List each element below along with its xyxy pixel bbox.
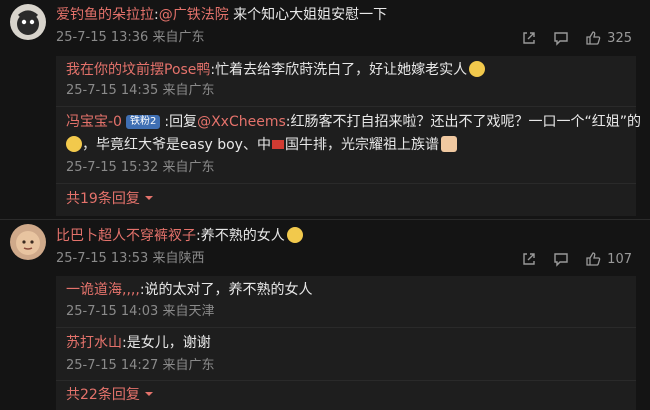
comment-icon [554, 253, 568, 267]
comment-meta: 25-7-15 13:36 来自广东 [56, 30, 205, 45]
reply-body: 是女儿，谢谢 [126, 335, 211, 351]
avatar[interactable] [10, 4, 46, 40]
divider [56, 183, 636, 184]
reply-text-line: 冯宝宝-0 铁粉2:回复@XxCheems:红肠客不打自招来啦？还出不了戏呢？一口… [66, 112, 641, 132]
comment-mention[interactable]: @广铁法院 [159, 7, 229, 23]
share-button[interactable] [521, 251, 537, 267]
comment-button[interactable] [553, 30, 569, 46]
comment-text-line: 爱钓鱼的朵拉拉:@广铁法院 来个知心大姐姐安慰一下 [56, 5, 387, 25]
more-replies-link[interactable]: 共19条回复 [66, 189, 154, 209]
grin-emoji-icon [66, 136, 82, 152]
comment-icon [554, 32, 568, 46]
reply-meta: 25-7-15 15:32 来自广东 [66, 160, 215, 175]
fan-badge: 铁粉2 [125, 115, 161, 129]
reply-body: 说的太对了，养不熟的女人 [144, 282, 313, 298]
reply-body: :红肠客不打自招来啦？还出不了戏呢？一口一个“红姐”的 [285, 114, 641, 130]
reply-text-line: 我在你的坟前摆Pose鸭:忙着去给李欣莳洗白了，好让她嫁老实人 [66, 60, 486, 80]
reply-text-line: 苏打水山:是女儿，谢谢 [66, 333, 211, 353]
comment-button[interactable] [553, 251, 569, 267]
smile-emoji-icon [469, 61, 486, 77]
thumb-up-icon [586, 252, 601, 266]
reply-body: 忙着去给李欣莳洗白了，好让她嫁老实人 [215, 62, 468, 78]
avatar[interactable] [10, 224, 46, 260]
reply-meta: 25-7-15 14:03 来自天津 [66, 304, 215, 319]
divider [56, 380, 636, 381]
more-replies-link[interactable]: 共22条回复 [66, 385, 154, 405]
reply-body: 国牛排，光宗耀祖上族谱 [284, 137, 439, 153]
shocked-emoji-icon [286, 227, 303, 243]
divider [56, 327, 636, 328]
comment-body: 来个知心大姐姐安慰一下 [228, 7, 388, 23]
share-button[interactable] [521, 30, 537, 46]
thumb-up-icon [586, 31, 601, 45]
reply-username[interactable]: 我在你的坟前摆Pose鸭 [66, 62, 210, 78]
reply-word: 回复 [169, 114, 198, 130]
share-icon [523, 32, 535, 44]
comment-username[interactable]: 比巴卜超人不穿裤衩子 [56, 228, 196, 244]
comment-actions: 325 [521, 28, 632, 48]
reply-text-line: ，毕竟红大爷是easy boy、中 国牛排，光宗耀祖上族谱 [66, 135, 457, 155]
divider [56, 106, 636, 107]
comment-body: 养不熟的女人 [200, 228, 285, 244]
comment-actions: 107 [521, 249, 632, 269]
chevron-down-icon [145, 392, 154, 396]
reply-username[interactable]: 冯宝宝-0 [66, 114, 122, 130]
share-icon [523, 253, 535, 265]
like-button[interactable]: 107 [585, 251, 632, 267]
reply-text-line: 一诡道海,,,,:说的太对了，养不熟的女人 [66, 280, 313, 300]
reply-body: ，毕竟红大爷是easy boy、中 [82, 137, 271, 153]
comment-username[interactable]: 爱钓鱼的朵拉拉 [56, 7, 154, 23]
like-button[interactable]: 325 [585, 30, 632, 46]
flag-emoji-icon [271, 140, 284, 149]
more-replies-label: 共22条回复 [66, 387, 140, 403]
like-count: 325 [607, 30, 632, 46]
reply-meta: 25-7-15 14:35 来自广东 [66, 83, 215, 98]
reply-username[interactable]: 苏打水山 [66, 335, 122, 351]
reply-mention[interactable]: @XxCheems [197, 114, 286, 130]
reply-meta: 25-7-15 14:27 来自广东 [66, 358, 215, 373]
comment-divider [0, 219, 650, 220]
chevron-down-icon [145, 196, 154, 200]
reply-username[interactable]: 一诡道海,,,, [66, 282, 140, 298]
thumbs-up-emoji-icon [440, 136, 457, 152]
comment-text-line: 比巴卜超人不穿裤衩子:养不熟的女人 [56, 226, 303, 246]
like-count: 107 [607, 251, 632, 267]
more-replies-label: 共19条回复 [66, 191, 140, 207]
comment-meta: 25-7-15 13:53 来自陕西 [56, 251, 205, 266]
